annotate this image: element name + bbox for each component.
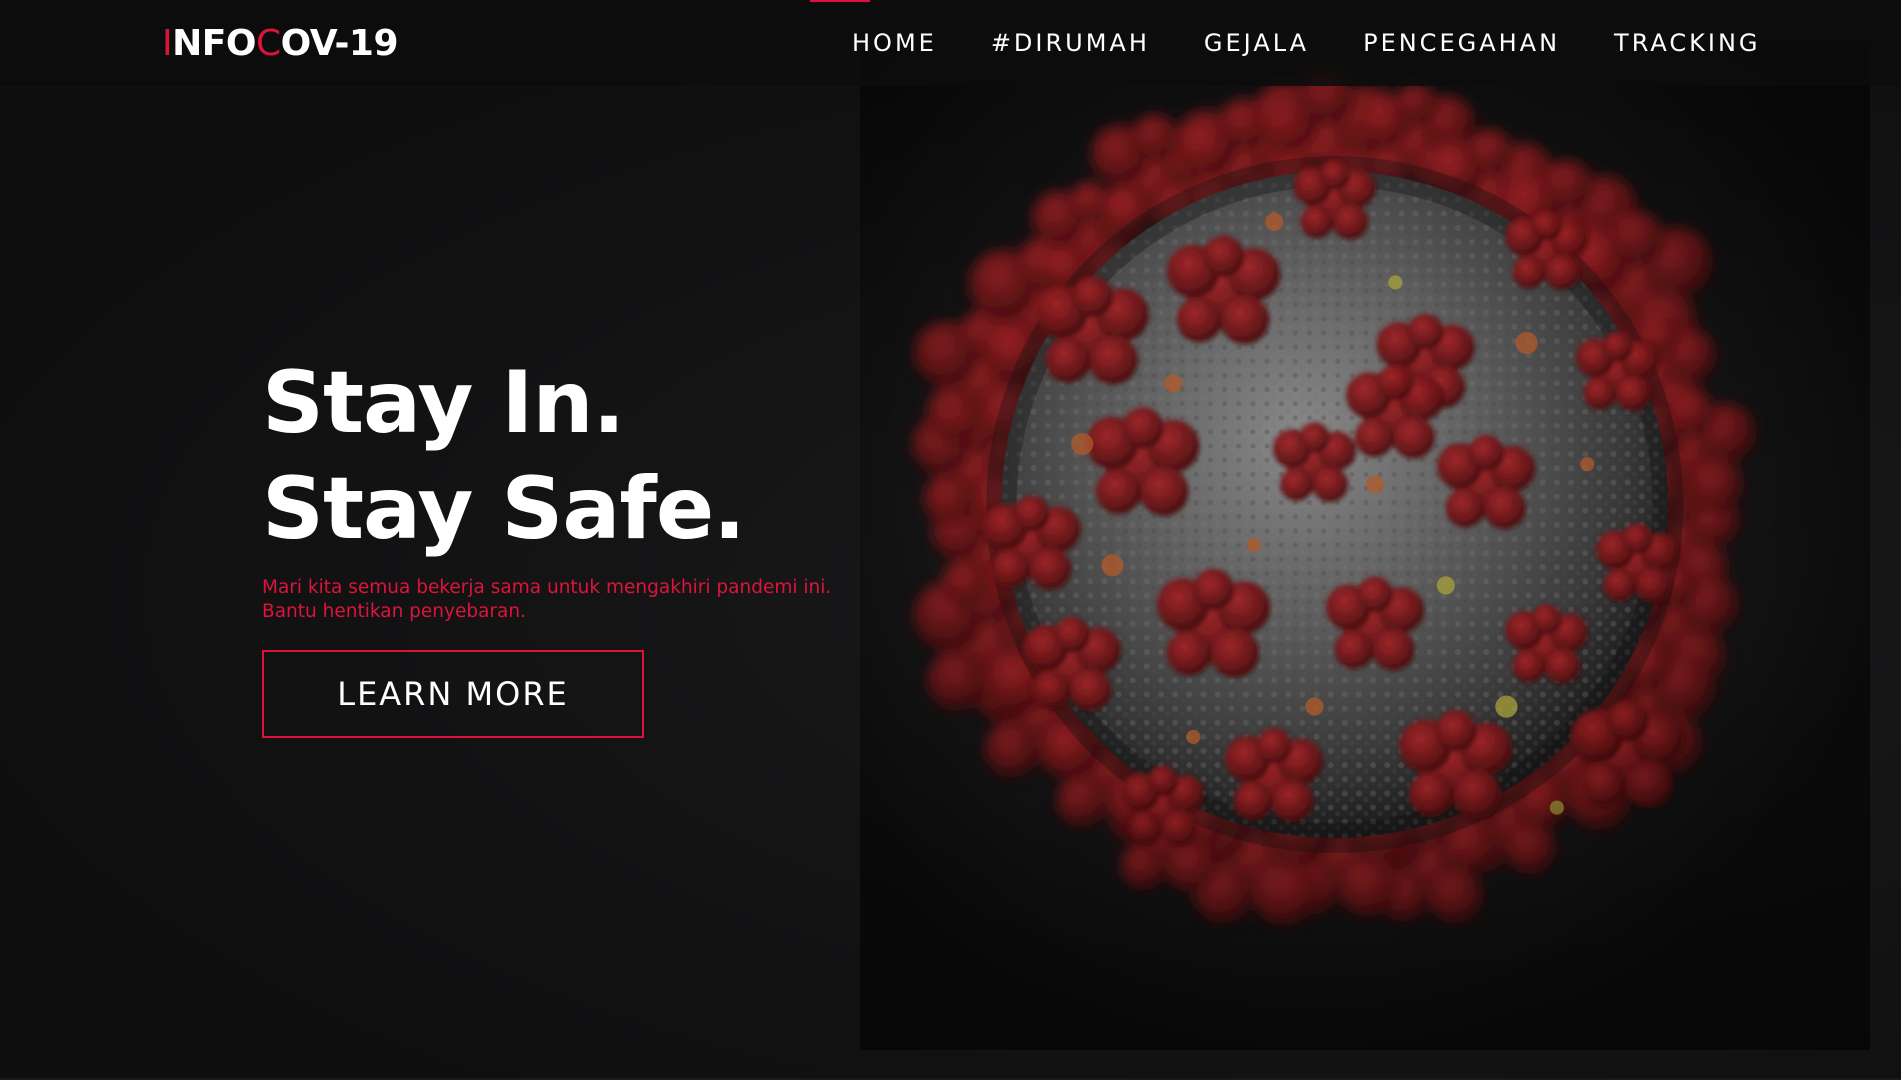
hero-title-line-2: Stay Safe.: [262, 459, 746, 559]
active-nav-indicator: [810, 0, 870, 2]
nav-pencegahan[interactable]: PENCEGAHAN: [1363, 28, 1560, 58]
brand-letter-i: I: [162, 23, 173, 64]
brand-logo[interactable]: INFOCOV-19: [162, 22, 399, 66]
nav-gejala[interactable]: GEJALA: [1204, 28, 1309, 58]
brand-text-ov19: OV-19: [280, 23, 399, 64]
hero-subtitle-line-1: Mari kita semua bekerja sama untuk menga…: [262, 577, 832, 598]
nav-tracking[interactable]: TRACKING: [1614, 28, 1760, 58]
landing-page: INFOCOV-19 HOME #DIRUMAH GEJALA PENCEGAH…: [0, 0, 1901, 1080]
hero-subtitle: Mari kita semua bekerja sama untuk menga…: [262, 576, 831, 624]
hero-section: Stay In. Stay Safe. Mari kita semua beke…: [262, 350, 831, 738]
hero-subtitle-line-2: Bantu hentikan penyebaran.: [262, 601, 526, 622]
coronavirus-illustration: [860, 40, 1870, 1050]
learn-more-button[interactable]: LEARN MORE: [262, 650, 644, 738]
brand-letter-c: C: [255, 23, 281, 64]
brand-text-nfo: NFO: [172, 23, 256, 64]
nav-dirumah[interactable]: #DIRUMAH: [991, 28, 1150, 58]
hero-title-line-1: Stay In.: [262, 353, 625, 453]
nav-menu: HOME #DIRUMAH GEJALA PENCEGAHAN TRACKING: [852, 28, 1761, 58]
nav-home[interactable]: HOME: [852, 28, 937, 58]
top-navbar: INFOCOV-19 HOME #DIRUMAH GEJALA PENCEGAH…: [0, 0, 1901, 86]
